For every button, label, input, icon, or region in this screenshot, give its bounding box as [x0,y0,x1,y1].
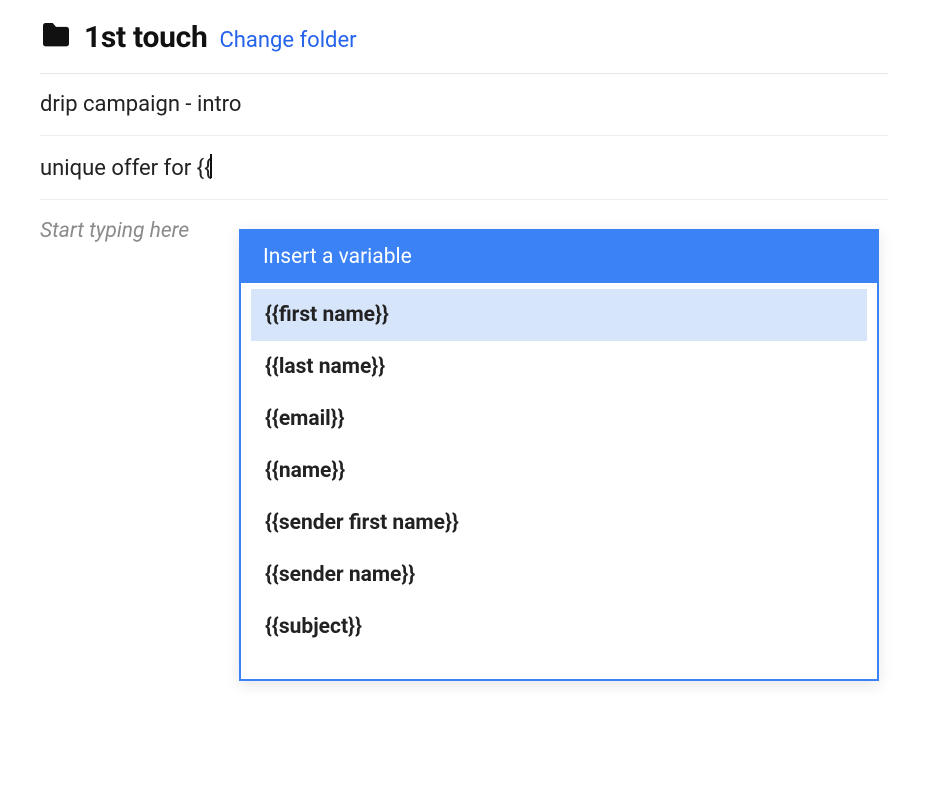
body-placeholder: Start typing here [40,219,189,243]
variable-option-email[interactable]: {{email}} [251,393,867,445]
variable-option-sender-first-name[interactable]: {{sender first name}} [251,497,867,549]
variable-option-last-name[interactable]: {{last name}} [251,341,867,393]
folder-icon [40,23,72,49]
campaign-name-row: drip campaign - intro [40,74,888,136]
text-cursor [210,154,212,178]
subject-row[interactable]: unique offer for {{ [40,136,888,200]
subject-value: unique offer for {{ [40,156,212,181]
variable-dropdown: Insert a variable {{first name}} {{last … [239,229,879,681]
folder-header: 1st touch Change folder [40,20,888,74]
variable-option-subject[interactable]: {{subject}} [251,601,867,653]
variable-option-sender-name[interactable]: {{sender name}} [251,549,867,601]
folder-title: 1st touch [84,20,207,55]
change-folder-link[interactable]: Change folder [219,28,356,53]
subject-input[interactable]: unique offer for {{ [40,154,888,181]
variable-option-name[interactable]: {{name}} [251,445,867,497]
variable-option-first-name[interactable]: {{first name}} [251,289,867,341]
campaign-name[interactable]: drip campaign - intro [40,92,241,117]
variable-dropdown-list: {{first name}} {{last name}} {{email}} {… [241,283,877,679]
variable-dropdown-title: Insert a variable [241,231,877,283]
